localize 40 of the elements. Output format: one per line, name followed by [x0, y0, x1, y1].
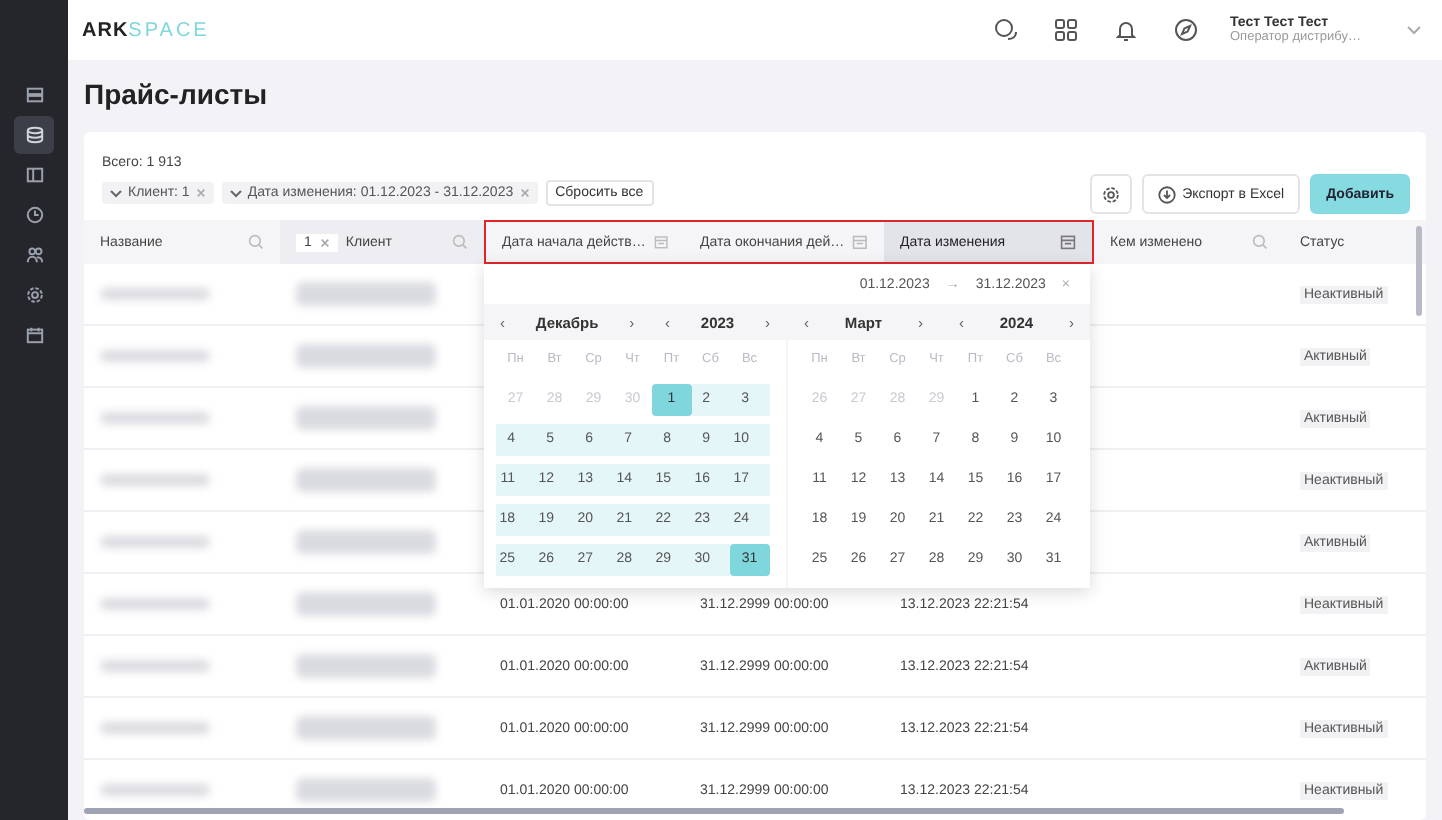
bell-icon[interactable]: [1114, 18, 1138, 42]
blurred-text: [296, 778, 436, 802]
blurred-text: [100, 288, 210, 300]
clock-icon: [25, 206, 43, 224]
database-icon: [25, 126, 43, 144]
chevron-down-icon: [229, 189, 242, 197]
blurred-text: [100, 536, 210, 548]
rows-icon: [25, 86, 43, 104]
logo[interactable]: ARKSPACE: [82, 19, 210, 41]
blurred-text: [296, 716, 436, 740]
panel-icon: [25, 166, 43, 184]
sidebar-item[interactable]: [14, 116, 54, 154]
blurred-text: [296, 468, 436, 492]
blurred-text: [100, 784, 210, 796]
blurred-text: [296, 654, 436, 678]
grid-icon[interactable]: [1054, 18, 1078, 42]
blurred-text: [100, 474, 210, 486]
page-title: Прайс-листы: [82, 76, 270, 114]
blurred-text: [296, 592, 436, 616]
calendar-icon[interactable]: [1060, 234, 1076, 250]
blurred-text: [296, 344, 436, 368]
blurred-text: [100, 722, 210, 734]
scrollbar[interactable]: [1416, 226, 1422, 316]
chat-icon[interactable]: [994, 18, 1018, 42]
blurred-text: [296, 282, 436, 306]
compass-icon[interactable]: [1174, 18, 1198, 42]
settings-icon: [1102, 185, 1121, 203]
people-icon: [25, 246, 43, 264]
blurred-text: [100, 350, 210, 362]
blurred-text: [296, 406, 436, 430]
blurred-text: [296, 530, 436, 554]
gear-icon: [25, 286, 43, 304]
blurred-text: [100, 598, 210, 610]
blurred-text: [100, 660, 210, 672]
settings-button[interactable]: [1090, 174, 1133, 214]
calendar-icon: [25, 326, 43, 344]
chevron-down-icon: [110, 189, 122, 197]
blurred-text: [100, 412, 210, 424]
scrollbar[interactable]: [84, 808, 1344, 814]
download-icon: [1158, 185, 1177, 203]
